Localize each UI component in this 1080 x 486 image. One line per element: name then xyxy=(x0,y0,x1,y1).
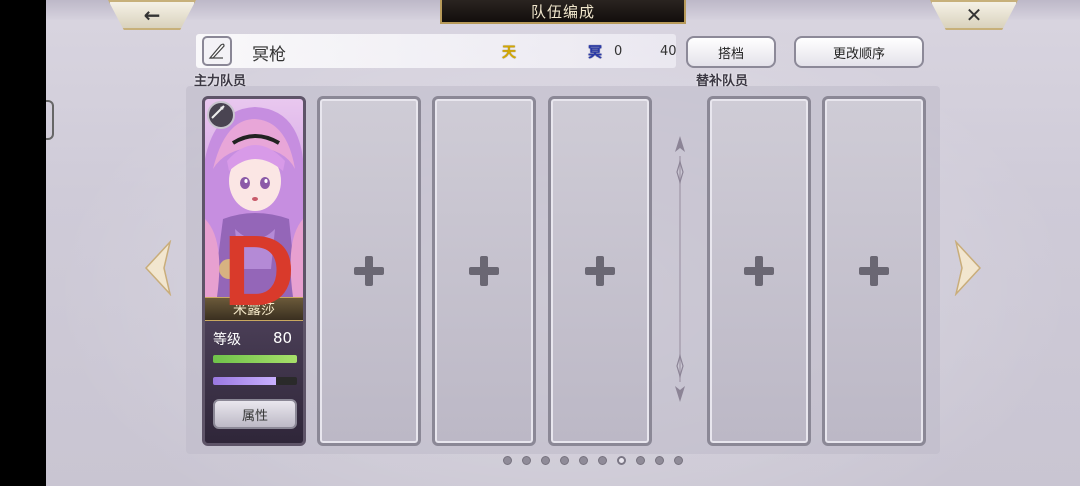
attribute-button[interactable]: 属性 xyxy=(213,399,297,429)
character-stats: 等级 80 属性 xyxy=(205,321,303,443)
heaven-stat-value: 0 xyxy=(614,44,623,59)
back-button[interactable]: ← xyxy=(108,0,196,30)
reorder-button-label: 更改顺序 xyxy=(832,46,885,62)
heaven-stat-label: 天 xyxy=(502,45,516,61)
partner-button[interactable]: 搭档 xyxy=(686,36,776,68)
side-notch xyxy=(46,100,54,140)
team-formation-screen: ← 队伍编成 ✕ 冥枪 天 0 冥 40 搭档 更改顺序 主力队员 替补队员 米… xyxy=(46,0,1080,486)
level-label: 等级 xyxy=(213,332,241,348)
back-arrow-icon: ← xyxy=(143,3,161,27)
page-title-text: 队伍编成 xyxy=(530,2,595,21)
team-name-bar: 冥枪 天 0 冥 40 xyxy=(196,34,677,68)
page-dot[interactable] xyxy=(636,456,645,465)
close-button[interactable]: ✕ xyxy=(930,0,1018,30)
page-dot[interactable] xyxy=(579,456,588,465)
quill-pen-icon xyxy=(208,43,225,59)
hp-bar-fill xyxy=(213,355,297,363)
sp-bar-fill xyxy=(213,377,276,385)
hp-bar xyxy=(213,355,297,363)
plus-icon xyxy=(469,256,499,286)
spear-icon xyxy=(207,101,235,129)
close-x-icon: ✕ xyxy=(965,3,983,27)
page-dot[interactable] xyxy=(674,456,683,465)
attribute-button-label: 属性 xyxy=(241,408,268,424)
plus-icon xyxy=(354,256,384,286)
page-dot[interactable] xyxy=(655,456,664,465)
page-dot[interactable] xyxy=(598,456,607,465)
page-dot-active[interactable] xyxy=(617,456,626,465)
page-dot[interactable] xyxy=(522,456,531,465)
plus-icon xyxy=(585,256,615,286)
page-title: 队伍编成 xyxy=(440,0,686,24)
empty-main-slot-3[interactable] xyxy=(432,96,536,446)
underworld-stat-value: 40 xyxy=(660,44,677,59)
partner-button-label: 搭档 xyxy=(717,46,744,62)
page-dot[interactable] xyxy=(541,456,550,465)
level-value: 80 xyxy=(273,329,293,347)
empty-main-slot-2[interactable] xyxy=(317,96,421,446)
edit-team-name-button[interactable] xyxy=(202,36,232,66)
empty-main-slot-4[interactable] xyxy=(548,96,652,446)
marker-letter: D xyxy=(223,215,296,327)
page-dot[interactable] xyxy=(503,456,512,465)
page-dot[interactable] xyxy=(560,456,569,465)
empty-sub-slot-2[interactable] xyxy=(822,96,926,446)
empty-sub-slot-1[interactable] xyxy=(707,96,811,446)
sp-bar xyxy=(213,377,297,385)
next-page-arrow-icon[interactable] xyxy=(954,240,984,296)
reorder-button[interactable]: 更改顺序 xyxy=(794,36,924,68)
team-name: 冥枪 xyxy=(252,45,286,65)
prev-page-arrow-icon[interactable] xyxy=(142,240,172,296)
page-indicator xyxy=(46,456,1080,470)
underworld-stat-label: 冥 xyxy=(588,45,602,61)
plus-icon xyxy=(859,256,889,286)
plus-icon xyxy=(744,256,774,286)
character-card[interactable]: 米露莎 等级 80 属性 D xyxy=(202,96,306,446)
divider-ornament xyxy=(675,136,685,402)
